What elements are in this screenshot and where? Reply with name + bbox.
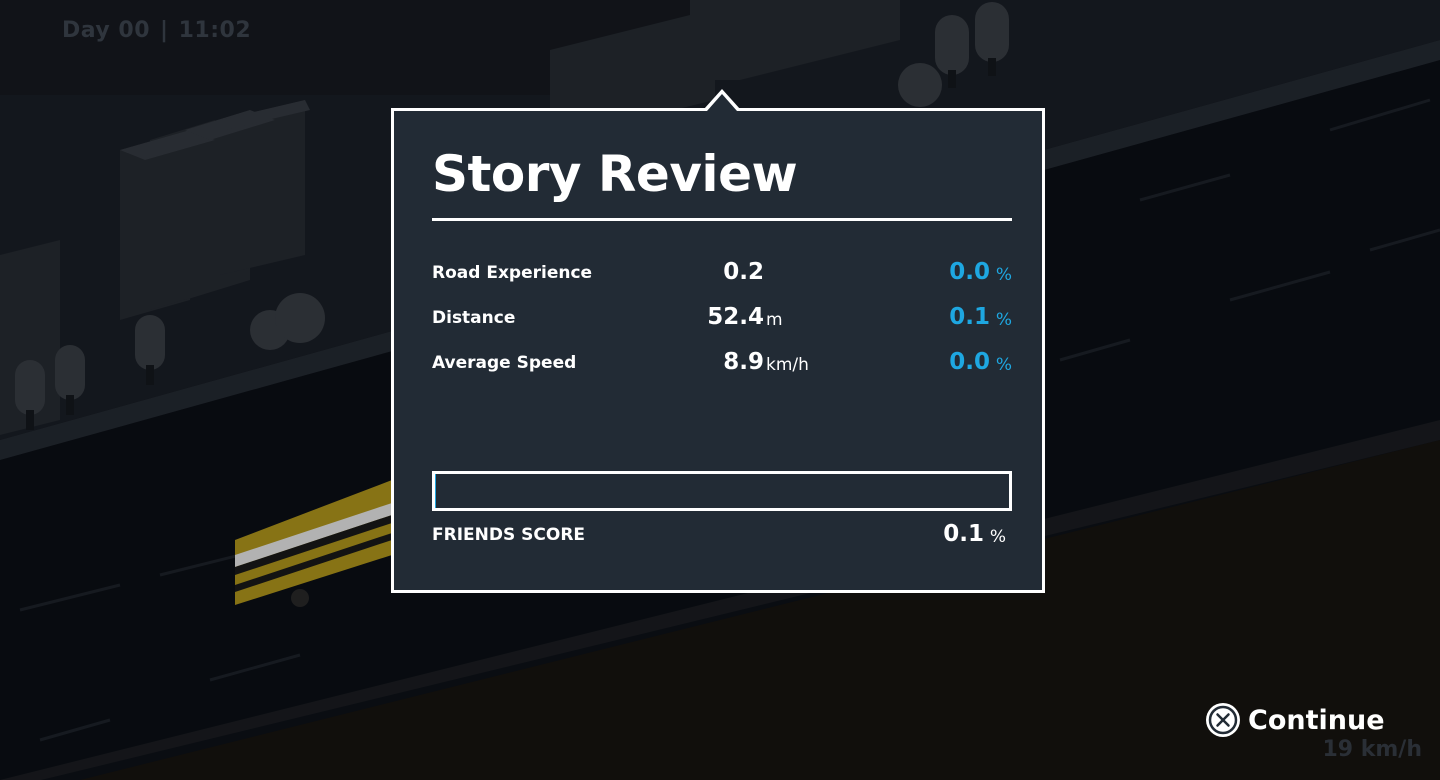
- stat-value: 52.4: [707, 304, 764, 330]
- stat-percent: 0.0: [949, 349, 990, 375]
- continue-button[interactable]: Continue: [1206, 700, 1385, 740]
- progress-fill: [435, 474, 436, 508]
- stat-percent-sign: %: [995, 355, 1012, 375]
- stat-row-road-experience: Road Experience 0.2 0.0 %: [432, 259, 1012, 289]
- panel-pointer-fill: [707, 94, 737, 111]
- stat-row-average-speed: Average Speed 8.9 km/h 0.0 %: [432, 349, 1012, 379]
- stat-value: 8.9: [723, 349, 764, 375]
- stat-label: Distance: [432, 308, 516, 328]
- stat-unit: km/h: [766, 355, 809, 375]
- stat-value: 0.2: [723, 259, 764, 285]
- stat-percent: 0.1: [949, 304, 990, 330]
- stat-percent-sign: %: [995, 265, 1012, 285]
- hud-time: 11:02: [178, 18, 252, 43]
- stat-row-distance: Distance 52.4 m 0.1 %: [432, 304, 1012, 334]
- cross-button-icon: [1206, 703, 1240, 737]
- title-divider: [432, 218, 1012, 221]
- friends-score-progress-bar: [432, 471, 1012, 511]
- friends-score-percent-sign: %: [989, 527, 1006, 547]
- stat-percent-sign: %: [995, 310, 1012, 330]
- hud-separator: |: [160, 18, 169, 43]
- story-review-panel: Story Review Road Experience 0.2 0.0 % D…: [391, 108, 1045, 593]
- hud-day-time: Day 00 | 11:02: [62, 18, 251, 43]
- friends-score-value: 0.1: [943, 521, 984, 547]
- friends-score-label: FRIENDS SCORE: [432, 525, 586, 545]
- stat-label: Road Experience: [432, 263, 593, 283]
- stat-label: Average Speed: [432, 353, 577, 373]
- stat-percent: 0.0: [949, 259, 990, 285]
- stat-unit: m: [766, 310, 783, 330]
- hud-day: Day 00: [62, 18, 151, 43]
- panel-title: Story Review: [432, 145, 798, 203]
- hud-speedometer: 19 km/h: [1322, 737, 1422, 762]
- continue-label: Continue: [1248, 704, 1385, 736]
